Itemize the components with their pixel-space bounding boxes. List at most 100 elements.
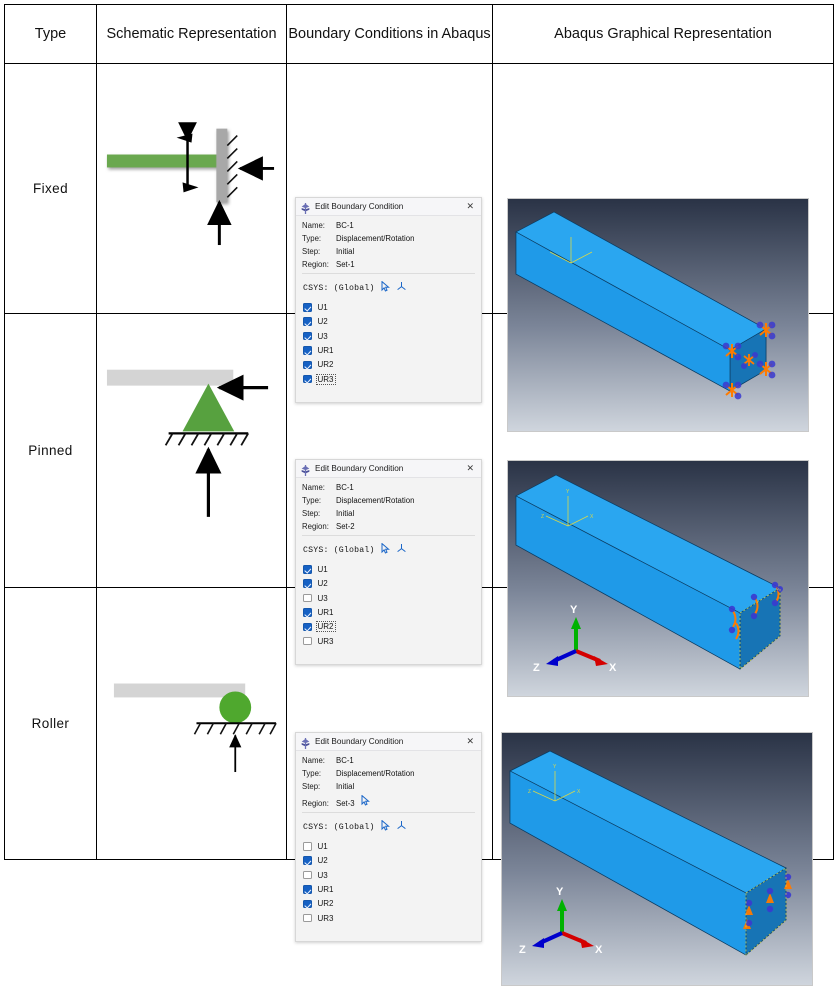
checkbox-u1[interactable]	[303, 842, 312, 851]
dof-ur1[interactable]: UR1	[303, 607, 475, 617]
dof-ur3[interactable]: UR3	[303, 373, 475, 385]
dof-u3[interactable]: U3	[303, 870, 475, 880]
ground-hatching	[193, 723, 277, 735]
checkbox-u3[interactable]	[303, 331, 312, 341]
checkbox-u3[interactable]	[303, 870, 312, 880]
dof-u2[interactable]: U2	[303, 317, 475, 327]
dof-ur2[interactable]: UR2	[303, 360, 475, 370]
divider	[302, 535, 475, 537]
checkbox-u1[interactable]	[303, 565, 312, 574]
close-icon[interactable]: ✕	[463, 463, 477, 473]
checkbox-u2[interactable]	[303, 856, 312, 865]
pick-cursor-icon[interactable]	[381, 279, 390, 297]
field-region-label: Region:	[302, 522, 329, 532]
field-type-label: Type:	[302, 768, 322, 778]
checkbox-u3[interactable]	[303, 593, 312, 603]
field-step: Step: Initial	[302, 509, 475, 518]
boundary-conditions-table-sheet: Type Schematic Representation Boundary C…	[0, 4, 837, 986]
abaqus-viewport[interactable]: YZX Y X Z	[507, 459, 809, 697]
dof-label-u3: U3	[317, 331, 328, 341]
checkbox-ur3[interactable]	[303, 913, 312, 923]
beam-shape	[106, 154, 220, 168]
field-step-value: Initial	[336, 508, 355, 518]
dialog-title: Edit Boundary Condition	[315, 736, 404, 746]
triangle-support-shape	[182, 383, 235, 432]
dof-ur2[interactable]: UR2	[303, 899, 475, 909]
checkbox-ur1[interactable]	[303, 346, 312, 355]
dof-ur3[interactable]: UR3	[303, 913, 475, 923]
datum-csys-icon[interactable]	[396, 818, 407, 836]
region-pick-cursor-icon[interactable]	[361, 794, 370, 808]
dof-label-u3: U3	[317, 593, 328, 603]
dof-u1[interactable]: U1	[303, 302, 475, 312]
header-schematic: Schematic Representation	[96, 4, 287, 64]
header-boundary-conditions: Boundary Conditions in Abaqus	[286, 4, 493, 64]
edit-boundary-condition-dialog[interactable]: Edit Boundary Condition ✕ Name: BC-1 Typ…	[295, 458, 482, 665]
dof-label-ur1: UR1	[317, 607, 334, 617]
field-name-value[interactable]: BC-1	[336, 483, 354, 492]
dof-u1[interactable]: U1	[303, 564, 475, 574]
edit-boundary-condition-dialog[interactable]: Edit Boundary Condition ✕ Name: BC-1 Typ…	[295, 731, 482, 942]
close-icon[interactable]: ✕	[463, 736, 477, 746]
abaqus-viewport[interactable]: YZX Y X Z	[501, 731, 813, 986]
dof-ur3[interactable]: UR3	[303, 636, 475, 646]
field-step: Step: Initial	[302, 247, 475, 256]
checkbox-ur3[interactable]	[303, 374, 312, 384]
dof-u3[interactable]: U3	[303, 593, 475, 603]
dof-u2[interactable]: U2	[303, 579, 475, 589]
checkbox-u2[interactable]	[303, 579, 312, 588]
triad-label-x: X	[609, 662, 617, 674]
dof-label-ur1: UR1	[317, 345, 334, 355]
field-name-label: Name:	[302, 482, 325, 492]
datum-csys-icon[interactable]	[396, 279, 407, 297]
triad-label-y: Y	[570, 604, 578, 616]
datum-csys-icon[interactable]	[396, 541, 407, 559]
dialog-title: Edit Boundary Condition	[315, 463, 404, 473]
dialog-title: Edit Boundary Condition	[315, 201, 404, 211]
dof-label-u2: U2	[317, 317, 328, 327]
checkbox-ur2[interactable]	[303, 899, 312, 909]
csys-label: CSYS: (Global)	[303, 822, 375, 832]
dof-ur2[interactable]: UR2	[303, 621, 475, 633]
field-region-value: Set-2	[336, 522, 355, 532]
dof-ur1[interactable]: UR1	[303, 884, 475, 894]
field-step-label: Step:	[302, 781, 321, 791]
wall-hatching	[226, 135, 238, 199]
checkbox-ur1[interactable]	[303, 885, 312, 894]
field-name: Name: BC-1	[302, 221, 475, 230]
dof-label-ur2: UR2	[317, 360, 334, 370]
edit-boundary-condition-dialog[interactable]: Edit Boundary Condition ✕ Name: BC-1 Typ…	[295, 196, 482, 403]
dof-u3[interactable]: U3	[303, 331, 475, 341]
checkbox-u1[interactable]	[303, 303, 312, 312]
dof-label-ur3: UR3	[317, 636, 334, 646]
ground-hatching	[164, 433, 249, 446]
wall-shape	[216, 128, 228, 203]
field-name-label: Name:	[302, 220, 325, 230]
dof-label-ur2: UR2	[315, 621, 336, 633]
pick-cursor-icon[interactable]	[381, 818, 390, 836]
abaqus-viewport[interactable]	[507, 197, 809, 432]
dof-u2[interactable]: U2	[303, 856, 475, 866]
checkbox-ur2[interactable]	[303, 360, 312, 370]
checkbox-ur2[interactable]	[303, 622, 312, 632]
field-step-label: Step:	[302, 246, 321, 256]
pick-cursor-icon[interactable]	[381, 541, 390, 559]
field-type: Type: Displacement/Rotation	[302, 769, 475, 778]
csys-row: CSYS: (Global)	[303, 541, 475, 559]
field-region-label: Region:	[302, 260, 329, 270]
svg-text:Z: Z	[528, 789, 531, 795]
field-name-value[interactable]: BC-1	[336, 756, 354, 765]
viewport-cell-fixed	[492, 63, 834, 432]
checkbox-ur1[interactable]	[303, 608, 312, 617]
field-step-label: Step:	[302, 508, 321, 518]
checkbox-ur3[interactable]	[303, 636, 312, 646]
schematic-cell-pinned	[96, 313, 287, 588]
dof-ur1[interactable]: UR1	[303, 345, 475, 355]
field-name: Name: BC-1	[302, 756, 475, 765]
bc-dialog-cell-fixed: Edit Boundary Condition ✕ Name: BC-1 Typ…	[286, 63, 493, 403]
field-name-value[interactable]: BC-1	[336, 221, 354, 230]
checkbox-u2[interactable]	[303, 317, 312, 326]
dialog-bottom-pad	[302, 651, 475, 660]
close-icon[interactable]: ✕	[463, 201, 477, 211]
dof-u1[interactable]: U1	[303, 841, 475, 851]
